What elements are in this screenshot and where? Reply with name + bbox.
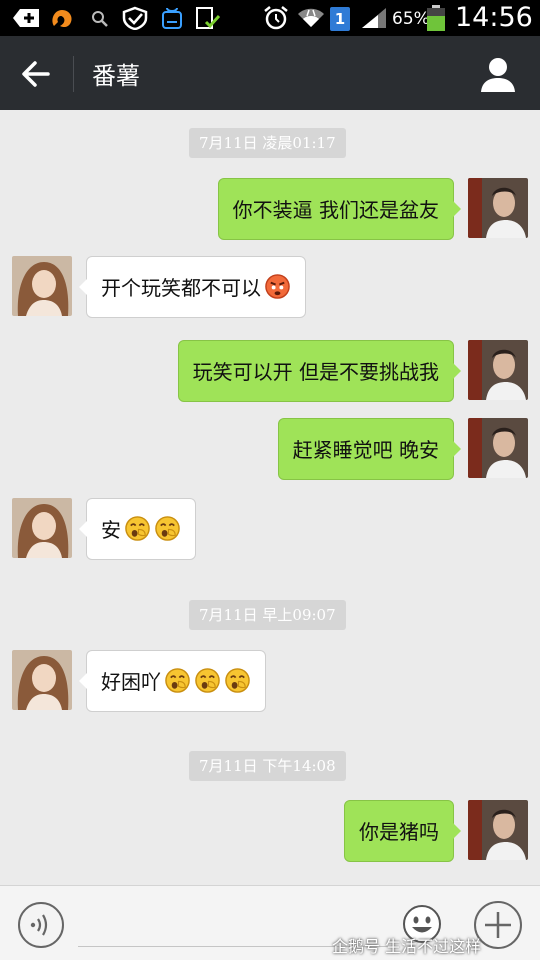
message-text: 玩笑可以开 但是不要挑战我 <box>192 360 439 384</box>
timestamp-label: 7月11日 凌晨01:17 <box>189 128 346 158</box>
angry-face-emoji <box>265 274 290 299</box>
contact-avatar[interactable] <box>12 650 72 710</box>
message-text: 你不装逼 我们还是盆友 <box>232 198 439 222</box>
timestamp-label: 7月11日 早上09:07 <box>189 600 346 630</box>
outgoing-message-bubble[interactable]: 你不装逼 我们还是盆友 <box>217 178 462 240</box>
chat-app-icon <box>162 7 182 29</box>
watermark: 企鹅号 生活不过这样 <box>332 937 482 956</box>
my-avatar[interactable] <box>468 800 528 860</box>
chat-title: 番薯 <box>92 62 140 90</box>
sim-badge: 1 <box>330 7 350 31</box>
incoming-message-bubble[interactable]: 好困吖 <box>79 650 266 712</box>
yawning-face-emoji <box>155 516 180 541</box>
my-avatar[interactable] <box>468 178 528 238</box>
header-divider <box>73 56 74 92</box>
message-text: 好困吖 <box>101 670 161 694</box>
uc-browser-icon <box>52 10 72 28</box>
message-text: 开个玩笑都不可以 <box>101 276 261 300</box>
clipboard-check-icon <box>196 7 221 29</box>
battery-icon <box>427 5 445 31</box>
yawning-face-emoji <box>225 668 250 693</box>
battery-percent: 65% <box>392 9 430 29</box>
yawning-face-emoji <box>125 516 150 541</box>
chat-header: 番薯 <box>0 36 540 110</box>
back-arrow-icon[interactable] <box>14 52 58 96</box>
my-avatar[interactable] <box>468 340 528 400</box>
shield-check-icon <box>122 6 148 30</box>
timestamp-label: 7月11日 下午14:08 <box>189 751 346 781</box>
contact-avatar[interactable] <box>12 498 72 558</box>
add-notification-icon <box>13 9 39 27</box>
outgoing-message-bubble[interactable]: 玩笑可以开 但是不要挑战我 <box>177 340 462 402</box>
wifi-icon <box>298 8 324 27</box>
incoming-message-bubble[interactable]: 安 <box>79 498 196 560</box>
yawning-face-emoji <box>165 668 190 693</box>
voice-input-button[interactable] <box>16 900 66 950</box>
yawning-face-emoji <box>195 668 220 693</box>
incoming-message-bubble[interactable]: 开个玩笑都不可以 <box>79 256 306 318</box>
outgoing-message-bubble[interactable]: 赶紧睡觉吧 晚安 <box>277 418 462 480</box>
signal-strength-icon <box>362 8 386 28</box>
message-text: 你是猪吗 <box>359 820 439 844</box>
status-bar: 1 65% 14:56 <box>0 0 540 36</box>
status-clock: 14:56 <box>455 2 533 33</box>
my-avatar[interactable] <box>468 418 528 478</box>
input-bar: 企鹅号 生活不过这样 <box>0 885 540 960</box>
message-text: 安 <box>101 518 121 542</box>
message-text: 赶紧睡觉吧 晚安 <box>292 438 439 462</box>
alarm-clock-icon <box>264 6 288 30</box>
outgoing-message-bubble[interactable]: 你是猪吗 <box>344 800 461 862</box>
search-icon <box>92 11 108 27</box>
chat-history[interactable]: 7月11日 凌晨01:17 你不装逼 我们还是盆友 开个玩笑都不可以 玩笑可以开… <box>0 110 540 885</box>
contact-avatar[interactable] <box>12 256 72 316</box>
profile-icon[interactable] <box>476 52 520 96</box>
